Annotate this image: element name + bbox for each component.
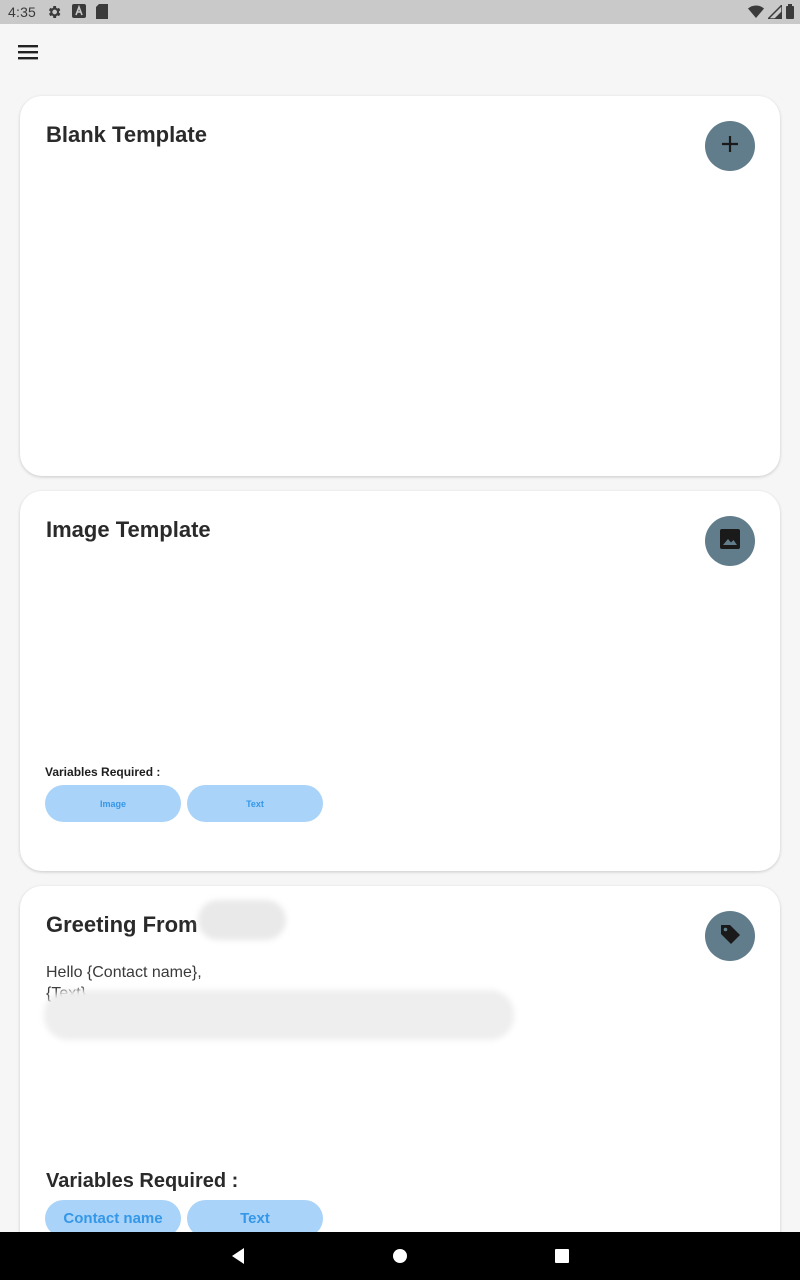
sd-card-icon (96, 4, 108, 24)
variables-required-label: Variables Required : (45, 765, 161, 779)
recent-apps-icon[interactable] (532, 1232, 592, 1280)
status-bar: 4:35 (0, 0, 800, 24)
redacted-area (44, 990, 514, 1040)
card-title: Greeting From (46, 912, 198, 937)
redacted-area (198, 900, 286, 940)
tag-icon (718, 922, 742, 951)
variable-chip-text[interactable]: Text (187, 785, 323, 822)
battery-icon (786, 4, 794, 24)
system-nav-bar (0, 1232, 800, 1280)
variables-chip-row: Image Text (45, 785, 323, 822)
blank-template-card[interactable]: Blank Template (20, 96, 780, 476)
plus-icon (720, 134, 740, 159)
tag-template-button[interactable] (705, 911, 755, 961)
image-template-card[interactable]: Image Template Variables Required : Imag… (20, 491, 780, 871)
signal-icon (766, 2, 783, 24)
add-template-button[interactable] (705, 121, 755, 171)
image-icon (719, 528, 741, 555)
image-template-button[interactable] (705, 516, 755, 566)
body-line: Hello {Contact name}, (46, 964, 202, 981)
back-icon[interactable] (208, 1232, 268, 1280)
card-title: Image Template (46, 517, 211, 542)
hamburger-menu-icon[interactable] (14, 38, 42, 66)
home-icon[interactable] (370, 1232, 430, 1280)
wifi-icon (748, 5, 764, 24)
gear-icon (46, 4, 62, 25)
variables-required-label: Variables Required : (46, 1170, 239, 1192)
font-icon (72, 4, 86, 23)
status-time: 4:35 (8, 4, 37, 20)
card-title: Blank Template (46, 122, 207, 147)
greeting-template-card[interactable]: Greeting From Hello {Contact name}, {Tex… (20, 886, 780, 1266)
variable-chip-image[interactable]: Image (45, 785, 181, 822)
